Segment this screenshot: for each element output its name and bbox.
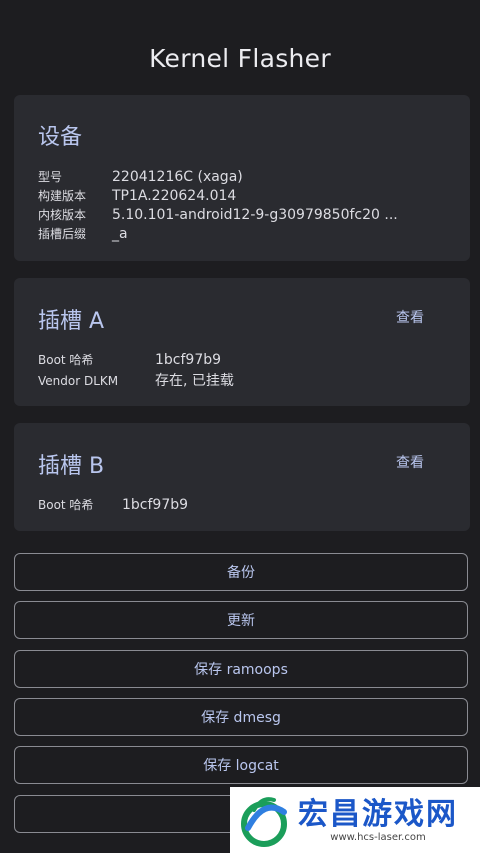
device-card: 设备 型号 22041216C (xaga) 构建版本 TP1A.220624.01…	[14, 95, 470, 261]
app-title: Kernel Flasher	[149, 44, 331, 73]
update-button[interactable]: 更新	[14, 601, 468, 639]
save-ramoops-button[interactable]: 保存 ramoops	[14, 650, 468, 688]
slot-b-card: 插槽 B 查看 Boot 哈希 1bcf97b9	[14, 423, 470, 531]
device-row-slot-suffix: 插槽后缀 _a	[38, 225, 128, 242]
device-row-value: 22041216C (xaga)	[112, 169, 243, 185]
slot-a-view-button[interactable]: 查看	[396, 307, 424, 327]
slot-a-title: 插槽 A	[38, 309, 105, 334]
slot-row-value: 1bcf97b9	[155, 352, 222, 368]
slot-row-key: Boot 哈希	[38, 353, 94, 367]
device-row-key: 插槽后缀	[38, 227, 87, 241]
watermark-url: www.hcs-laser.com	[330, 831, 426, 843]
device-row-model: 型号 22041216C (xaga)	[38, 168, 243, 185]
backup-button[interactable]: 备份	[14, 553, 468, 591]
watermark-name: 宏昌游戏网	[298, 796, 458, 832]
device-row-value: 5.10.101-android12-9-g30979850fc20 ...	[112, 207, 398, 223]
slot-row-key: Boot 哈希	[38, 498, 94, 512]
slot-a-row-boot-hash: Boot 哈希 1bcf97b9	[38, 351, 221, 368]
watermark-logo-icon	[241, 797, 287, 847]
save-dmesg-button[interactable]: 保存 dmesg	[14, 698, 468, 736]
device-row-build: 构建版本 TP1A.220624.014	[38, 187, 236, 204]
slot-a-card: 插槽 A 查看 Boot 哈希 1bcf97b9 Vendor DLKM 存在, 已…	[14, 278, 470, 406]
slot-a-row-vendor-dlkm: Vendor DLKM 存在, 已挂载	[38, 370, 234, 390]
device-row-key: 内核版本	[38, 208, 87, 222]
device-row-kernel: 内核版本 5.10.101-android12-9-g30979850fc20 .…	[38, 206, 398, 223]
slot-row-value: 存在, 已挂载	[155, 373, 234, 389]
device-row-value: TP1A.220624.014	[112, 188, 237, 204]
watermark-banner: 宏昌游戏网 www.hcs-laser.com	[230, 787, 480, 853]
device-row-key: 构建版本	[38, 189, 87, 203]
slot-row-key: Vendor DLKM	[38, 374, 119, 388]
device-row-key: 型号	[38, 170, 63, 184]
device-row-value: _a	[112, 226, 128, 242]
save-logcat-button[interactable]: 保存 logcat	[14, 746, 468, 784]
slot-b-view-button[interactable]: 查看	[396, 452, 424, 472]
slot-b-title: 插槽 B	[38, 454, 105, 479]
slot-b-row-boot-hash: Boot 哈希 1bcf97b9	[38, 496, 188, 513]
device-card-title: 设备	[38, 125, 83, 150]
slot-row-value: 1bcf97b9	[122, 497, 189, 513]
